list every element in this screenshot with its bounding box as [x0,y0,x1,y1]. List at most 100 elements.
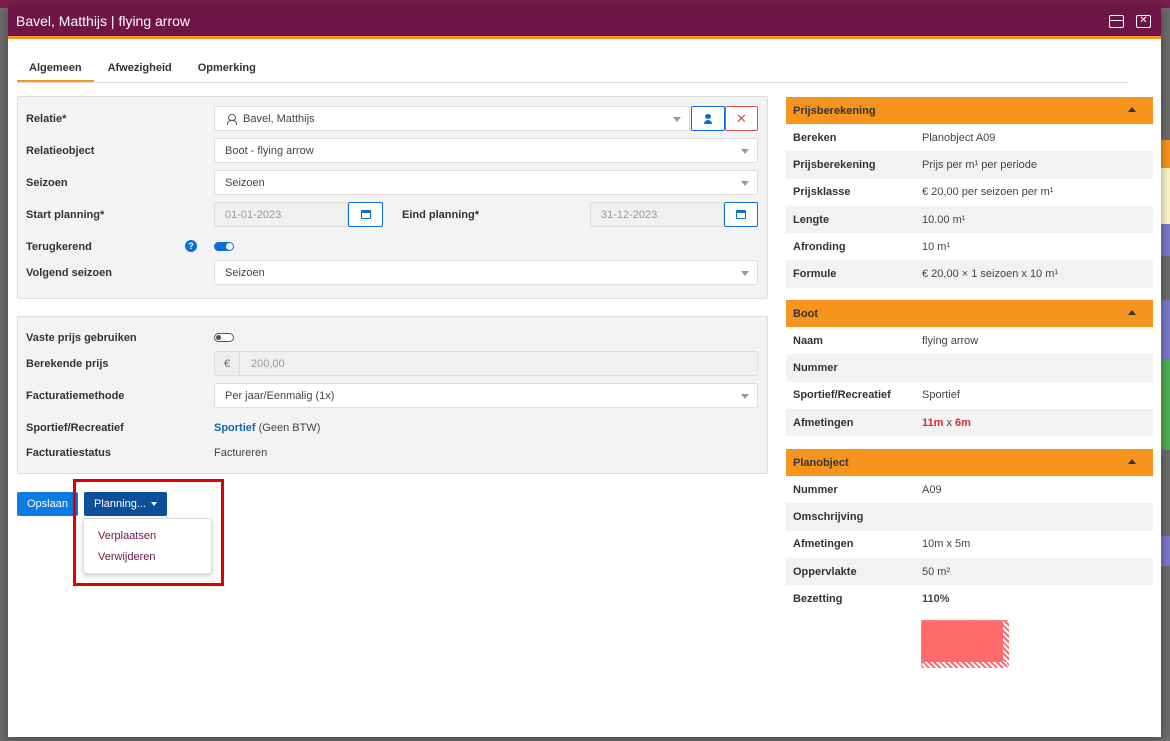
volgend-seizoen-value: Seizoen [225,266,265,279]
pricing-form-panel: Vaste prijs gebruiken Berekende prijs € … [17,316,768,474]
eind-planning-label: Eind planning* [402,209,479,221]
info-row: Afronding 10 m¹ [786,233,1153,260]
berekende-prijs-input[interactable]: € 200,00 [214,351,758,376]
berekende-prijs-label: Berekende prijs [26,358,109,370]
close-icon: ✕ [736,110,747,126]
planobject-header[interactable]: Planobject [786,449,1153,476]
btw-note: (Geen BTW) [258,422,321,434]
relatieobject-label: Relatieobject [26,145,95,157]
background-strip [1160,224,1170,256]
info-value: Planobject A09 [922,131,996,144]
info-row: Naam flying arrow [786,327,1153,354]
info-key: Nummer [793,483,838,496]
vaste-prijs-toggle[interactable] [214,333,234,342]
occupancy-preview [921,620,1009,668]
relatieobject-value: Boot - flying arrow [225,144,314,157]
bezetting-value: 110% [922,592,950,605]
start-planning-label: Start planning* [26,209,105,221]
planobject-panel: Planobject Nummer A09 Omschrijving Afmeti… [786,449,1153,612]
collapse-icon [1128,107,1136,112]
dimension-separator: x [946,416,952,429]
eind-date-picker-button[interactable] [724,202,758,227]
chevron-down-icon [741,181,749,186]
background-strip [1160,536,1170,566]
facturatiestatus-label: Facturatiestatus [26,447,111,459]
user-icon [704,113,712,124]
prijsberekening-header[interactable]: Prijsberekening [786,97,1153,124]
relatie-clear-button[interactable]: ✕ [725,106,758,131]
info-value: Prijs per m¹ per periode [922,158,1037,171]
info-key: Nummer [793,361,838,374]
tab-algemeen[interactable]: Algemeen [17,56,94,82]
volgend-seizoen-label: Volgend seizoen [26,267,112,279]
start-planning-input[interactable]: 01-01-2023 [214,202,348,227]
collapse-icon [1128,459,1136,464]
seizoen-select[interactable]: Seizoen [214,170,758,195]
info-value: flying arrow [922,334,979,347]
berekende-prijs-value: 200,00 [251,357,285,370]
save-button[interactable]: Opslaan [17,492,78,516]
terugkerend-toggle[interactable] [214,242,234,251]
planobject-title: Planobject [793,456,849,469]
prijsberekening-panel: Prijsberekening Bereken Planobject A09 Pr… [786,97,1153,288]
info-value: 11m x 6m [922,417,971,429]
info-row: Formule € 20,00 × 1 seizoen x 10 m¹ [786,260,1153,288]
info-key: Sportief/Recreatief [793,389,891,402]
terugkerend-label: Terugkerend [26,241,92,253]
sportief-link[interactable]: Sportief [214,422,256,434]
info-value: 10m x 5m [922,538,971,551]
info-row: Nummer [786,354,1153,382]
seizoen-value: Seizoen [225,176,265,189]
info-row: Bereken Planobject A09 [786,124,1153,151]
start-date-picker-button[interactable] [348,202,383,227]
info-key: Afmetingen [793,538,854,551]
boot-length: 11m [922,416,944,429]
eind-planning-input[interactable]: 31-12-2023 [590,202,724,227]
info-row: Prijsklasse € 20,00 per seizoen per m¹ [786,179,1153,206]
boot-header[interactable]: Boot [786,300,1153,327]
info-key: Omschrijving [793,510,864,523]
info-row: Afmetingen 10m x 5m [786,531,1153,558]
relatie-value: Bavel, Matthijs [243,112,315,125]
info-key: Prijsberekening [793,158,876,171]
collapse-icon [1128,310,1136,315]
tab-opmerking[interactable]: Opmerking [198,56,256,82]
planning-form-panel: Relatie* Bavel, Matthijs ✕ Relatieobject… [17,96,768,299]
relatieobject-select[interactable]: Boot - flying arrow [214,138,758,163]
info-key: Afronding [793,240,846,253]
info-row: Sportief/Recreatief Sportief [786,382,1153,409]
eind-planning-value: 31-12-2023 [601,208,658,221]
background-strip [1160,140,1170,168]
facturatiemethode-label: Facturatiemethode [26,390,125,402]
info-key: Bezetting [793,592,843,605]
tab-afwezigheid[interactable]: Afwezigheid [108,56,172,82]
volgend-seizoen-select[interactable]: Seizoen [214,260,758,285]
info-value: Sportief [922,389,960,402]
relatie-select[interactable]: Bavel, Matthijs [214,106,690,131]
info-value: € 20,00 × 1 seizoen x 10 m¹ [922,268,1059,281]
background-strip [1160,330,1170,360]
currency-addon: € [215,352,240,375]
chevron-down-icon [673,117,681,122]
info-key: Lengte [793,213,830,226]
info-value: A09 [922,483,942,496]
sportief-recreatief-label: Sportief/Recreatief [26,422,124,434]
info-key: Oppervlakte [793,565,857,578]
prijsberekening-title: Prijsberekening [793,104,876,117]
info-row: Omschrijving [786,503,1153,531]
highlight-box [73,479,224,586]
vaste-prijs-label: Vaste prijs gebruiken [26,332,137,344]
info-value: 50 m² [922,565,951,578]
planning-modal: Bavel, Matthijs | flying arrow ✕ Algemee… [8,6,1161,737]
info-row: Bezetting 110% [786,585,1153,612]
info-row: Afmetingen 11m x 6m [786,408,1153,437]
background-strip [1160,168,1170,224]
info-row: Oppervlakte 50 m² [786,557,1153,586]
relatie-profile-button[interactable] [691,106,725,131]
chevron-down-icon [741,271,749,276]
facturatiemethode-select[interactable]: Per jaar/Eenmalig (1x) [214,383,758,408]
help-icon[interactable]: ? [185,240,197,252]
close-icon[interactable]: ✕ [1136,14,1151,28]
maximize-icon[interactable] [1109,14,1124,28]
info-key: Formule [793,268,837,281]
